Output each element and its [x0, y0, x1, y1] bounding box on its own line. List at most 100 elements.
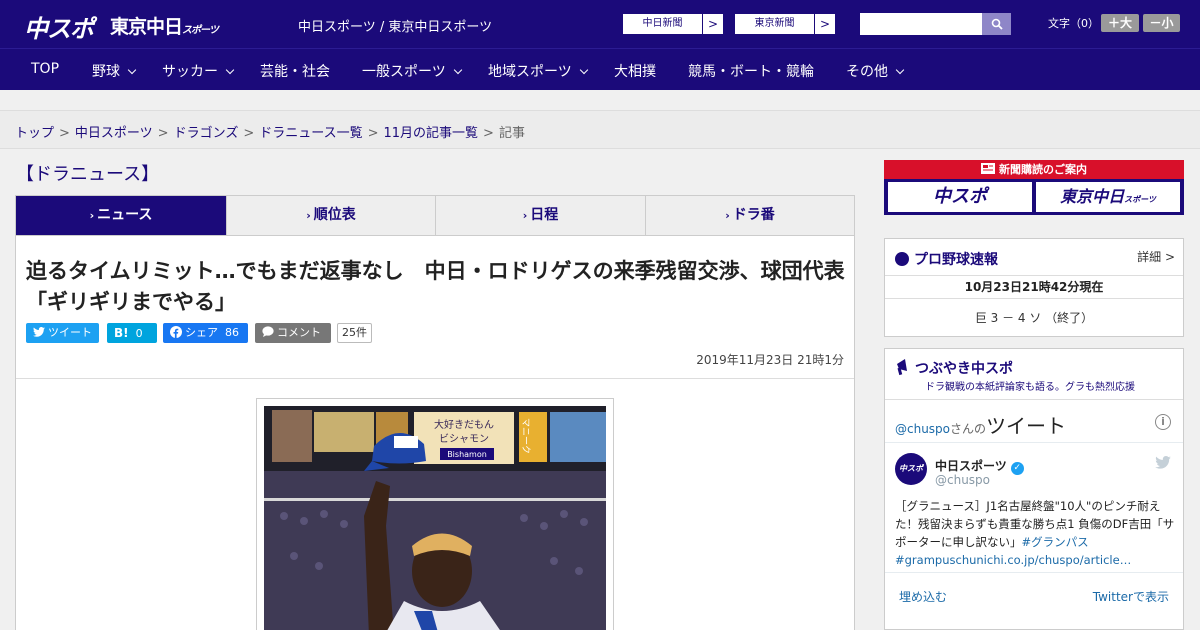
- tweet-handle[interactable]: @chuspo: [935, 473, 990, 487]
- nav-sumo[interactable]: 大相撲: [614, 61, 656, 81]
- tweet-text: ［グラニュース］J1名古屋終盤"10人"のピンチ耐えた！残留決まらずも貴重な勝ち…: [895, 497, 1175, 569]
- baseball-detail-link[interactable]: 詳細 >: [1137, 248, 1175, 265]
- breadcrumb: トップ > 中日スポーツ > ドラゴンズ > ドラニュース一覧 >11月の記事一覧 > 記事: [15, 122, 525, 141]
- timeline-header: @chuspoさんのツイート: [895, 410, 1066, 439]
- breadcrumb-separator: >: [157, 126, 169, 141]
- tab-standings[interactable]: › 順位表: [227, 196, 436, 235]
- breadcrumb-top[interactable]: トップ: [15, 126, 54, 141]
- subscription-banner-title: 新聞購読のご案内: [884, 160, 1184, 179]
- timeline-account-suffix: さんの: [950, 422, 987, 436]
- chevron-right-icon: ›: [89, 209, 95, 222]
- font-larger-button[interactable]: ＋大: [1101, 14, 1139, 32]
- breadcrumb-dra-news-list[interactable]: ドラニュース一覧: [259, 126, 362, 141]
- tokyo-chunichi-sports-link[interactable]: 東京中日スポーツ: [388, 20, 492, 35]
- tweet-link[interactable]: #grampuschunichi.co.jp/chuspo/article…: [895, 553, 1131, 567]
- tokyo-chunichi-subscribe-button[interactable]: 東京中日スポーツ: [1036, 182, 1180, 212]
- nav-label: 大相撲: [614, 64, 656, 80]
- article-tabs: › ニュース › 順位表 › 日程 › ドラ番: [15, 195, 855, 241]
- section-title: 【ドラニュース】: [16, 164, 160, 185]
- comment-count: 25件: [337, 323, 372, 343]
- breadcrumb-separator: >: [243, 126, 255, 141]
- baseball-score[interactable]: 巨 3 － 4 ソ （終了）: [885, 309, 1183, 326]
- article-headline: 迫るタイムリミット…でもまだ返事なし 中日・ロドリゲスの来季残留交渉、球団代表「…: [26, 259, 845, 314]
- nav-regional-sports[interactable]: 地域スポーツ: [488, 61, 588, 81]
- timeline-account-link[interactable]: @chuspo: [895, 422, 950, 436]
- font-size-label: 文字（0）: [1048, 17, 1099, 30]
- breadcrumb-chunichi-sports[interactable]: 中日スポーツ: [75, 126, 153, 141]
- divider: [16, 378, 854, 379]
- tweet-avatar[interactable]: 中スポ: [895, 453, 927, 485]
- facebook-share-button[interactable]: シェア 86: [163, 323, 248, 343]
- chevron-right-icon: ›: [306, 209, 311, 222]
- newspaper-icon: [981, 163, 995, 174]
- chevron-right-icon: >: [707, 17, 719, 31]
- stadium-sign-1: 大好きだもん: [434, 418, 494, 431]
- chevron-right-icon: ›: [725, 209, 730, 222]
- chuspo-subscribe-button[interactable]: 中スポ: [888, 182, 1032, 212]
- article-photo[interactable]: 大好きだもん ビシャモン Bishamon マニーク: [264, 406, 606, 630]
- chuspo-logo[interactable]: 中スポ: [24, 9, 94, 44]
- tab-label: ドラ番: [732, 207, 775, 223]
- pro-baseball-title-text: プロ野球速報: [914, 252, 998, 268]
- breadcrumb-current: 記事: [498, 126, 525, 141]
- breadcrumb-november-list[interactable]: 11月の記事一覧: [384, 126, 479, 141]
- site-links: 中日スポーツ / 東京中日スポーツ: [298, 16, 492, 35]
- chunichi-sports-link[interactable]: 中日スポーツ: [298, 20, 376, 35]
- tokyo-chunichi-logo[interactable]: 東京中日スポーツ: [110, 12, 219, 39]
- nav-soccer[interactable]: サッカー: [162, 61, 235, 81]
- baseball-icon: [895, 252, 909, 266]
- tokyo-chunichi-brand-small: スポーツ: [1124, 195, 1156, 204]
- nav-entertainment[interactable]: 芸能・社会: [260, 61, 330, 81]
- breadcrumb-separator: >: [367, 126, 379, 141]
- search-button[interactable]: [982, 13, 1011, 35]
- tab-schedule[interactable]: › 日程: [436, 196, 646, 235]
- divider: [885, 442, 1183, 443]
- tweet-button[interactable]: ツイート: [26, 323, 99, 343]
- pro-baseball-card: プロ野球速報 詳細 > 10月23日21時42分現在 巨 3 － 4 ソ （終了…: [884, 238, 1184, 337]
- hatena-bookmark-button[interactable]: B! 0: [107, 323, 157, 343]
- stadium-sign-4: マニーク: [520, 418, 531, 454]
- comment-button[interactable]: コメント: [255, 323, 331, 343]
- twitter-bird-icon[interactable]: [1155, 456, 1171, 469]
- nav-label: サッカー: [162, 64, 218, 80]
- stadium-sign-2: ビシャモン: [439, 433, 489, 445]
- breadcrumb-dragons[interactable]: ドラゴンズ: [174, 126, 239, 141]
- nav-racing[interactable]: 競馬・ボート・競輪: [688, 61, 814, 81]
- tokyo-shimbun-button[interactable]: 東京新聞 >: [734, 13, 836, 35]
- comment-label: コメント: [277, 326, 321, 339]
- nav-label: TOP: [31, 61, 60, 77]
- twitter-timeline: @chuspoさんのツイート i 中スポ 中日スポーツ ✓ @chuspo ［グラ…: [885, 399, 1183, 630]
- facebook-count: 86: [225, 326, 239, 339]
- pro-baseball-title: プロ野球速報: [895, 249, 998, 269]
- view-on-twitter-link[interactable]: Twitterで表示: [1093, 588, 1169, 605]
- twitter-card-title-text: つぶやき中スポ: [915, 361, 1013, 377]
- tab-dora-ban[interactable]: › ドラ番: [646, 196, 854, 235]
- nav-other[interactable]: その他: [846, 61, 905, 81]
- nav-baseball[interactable]: 野球: [92, 61, 137, 81]
- chevron-right-icon: ›: [522, 209, 528, 222]
- info-icon[interactable]: i: [1155, 414, 1171, 430]
- embed-link[interactable]: 埋め込む: [899, 588, 947, 605]
- tweet-author[interactable]: 中日スポーツ ✓: [935, 455, 1024, 475]
- tokyo-logo-small: スポーツ: [182, 25, 219, 36]
- search-input[interactable]: [860, 13, 982, 35]
- chunichi-shimbun-button[interactable]: 中日新聞 >: [622, 13, 724, 35]
- tweet-hashtag[interactable]: #グランパス: [1022, 535, 1089, 549]
- verified-badge-icon: ✓: [1010, 462, 1024, 475]
- tab-news[interactable]: › ニュース: [16, 196, 227, 241]
- breadcrumb-separator: >: [59, 126, 70, 141]
- twitter-bird-icon: [33, 327, 45, 337]
- site-link-separator: /: [375, 20, 389, 35]
- nav-label: 一般スポーツ: [362, 64, 446, 80]
- chevron-down-icon: [579, 65, 588, 75]
- tweet-author-name: 中日スポーツ: [935, 459, 1007, 473]
- chevron-down-icon: [453, 65, 462, 75]
- font-smaller-button[interactable]: －小: [1143, 14, 1180, 32]
- nav-general-sports[interactable]: 一般スポーツ: [362, 61, 462, 81]
- subscription-banner[interactable]: 新聞購読のご案内 中スポ 東京中日スポーツ: [884, 160, 1184, 215]
- tab-label: 日程: [530, 207, 559, 223]
- article-body: 迫るタイムリミット…でもまだ返事なし 中日・ロドリゲスの来季残留交渉、球団代表「…: [15, 235, 855, 630]
- nav-label: その他: [846, 64, 888, 80]
- nav-top[interactable]: TOP: [31, 61, 59, 77]
- nav-label: 野球: [92, 64, 120, 80]
